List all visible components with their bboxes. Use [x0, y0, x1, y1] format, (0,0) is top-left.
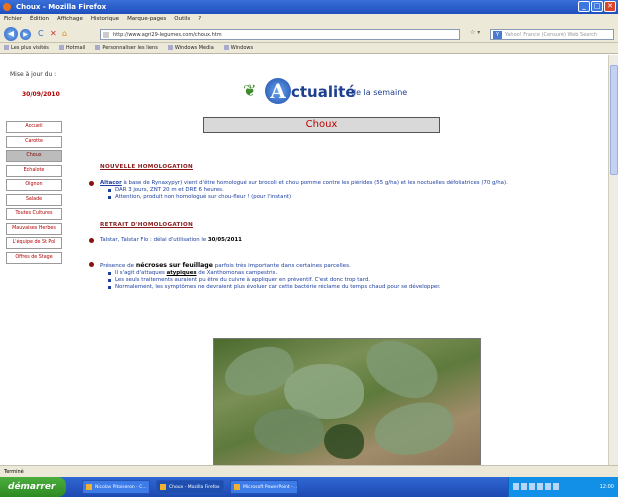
- web-page: Mise à jour du : 30/09/2010 Accueil Caro…: [0, 55, 608, 465]
- minimize-button[interactable]: _: [578, 1, 590, 12]
- menu-marque-pages[interactable]: Marque-pages: [127, 14, 166, 25]
- task-firefox[interactable]: Choux - Mozilla Firefox: [156, 480, 224, 494]
- necroses-sub1-bold: atypiques: [166, 270, 197, 276]
- bookmark-hotmail[interactable]: Hotmail: [59, 43, 86, 53]
- clock[interactable]: 12:00: [600, 484, 614, 490]
- menu-bar: Fichier Édition Affichage Historique Mar…: [0, 14, 618, 25]
- sidebar-item-oignon[interactable]: Oignon: [6, 179, 62, 191]
- reload-button[interactable]: C: [38, 29, 44, 38]
- sidebar-item-carotte[interactable]: Carotte: [6, 135, 62, 148]
- bookmarks-toolbar: Les plus visités Hotmail Personnaliser l…: [0, 43, 618, 54]
- homologation-text: Altacor à base de Rynaxypyr) vient d'êtr…: [100, 180, 508, 186]
- logo-letter: A: [265, 78, 291, 104]
- url-text: http://www.agri29-legumes.com/choux.htm: [113, 32, 222, 38]
- sidebar-item-equipe[interactable]: L'équipe de St Pol: [6, 237, 62, 249]
- tray-icon[interactable]: [553, 483, 559, 490]
- sub-bullet-icon: [108, 272, 111, 275]
- necroses-post: parfois très importante dans certaines p…: [212, 263, 351, 269]
- bookmark-most-visited[interactable]: Les plus visités: [4, 43, 49, 53]
- tray-icon[interactable]: [545, 483, 551, 490]
- sidebar-item-accueil[interactable]: Accueil: [6, 121, 62, 133]
- sidebar-item-choux[interactable]: Choux: [6, 150, 62, 162]
- vertical-scrollbar[interactable]: [608, 55, 618, 465]
- bullet-icon: [89, 238, 94, 243]
- status-bar: Terminé: [0, 465, 618, 477]
- search-input[interactable]: Y Yahoo! France (Censuré) Web Search: [490, 29, 614, 40]
- url-bar[interactable]: http://www.agri29-legumes.com/choux.htm: [100, 29, 460, 40]
- task-powerpoint[interactable]: Microsoft PowerPoint - ...: [230, 480, 298, 494]
- menu-edition[interactable]: Édition: [30, 14, 49, 25]
- necroses-text: Présence de nécroses sur feuillage parfo…: [100, 262, 351, 269]
- bookmark-windows-media[interactable]: Windows Media: [168, 43, 214, 53]
- menu-affichage[interactable]: Affichage: [57, 14, 83, 25]
- sub-bullet-icon: [108, 189, 111, 192]
- back-button[interactable]: ◀: [4, 27, 18, 41]
- taskbar: démarrer Nicolas Pitoiseron - C... Choux…: [0, 477, 618, 497]
- cabbage-photo: [213, 330, 481, 465]
- retrait-text: Talstar, Talstar Flo : délai d'utilisati…: [100, 237, 242, 243]
- altacor-link[interactable]: Altacor: [100, 180, 122, 186]
- necroses-sub1-post: de Xanthomonas campestris.: [196, 270, 278, 276]
- section-heading-homologation: Nouvelle homologation: [100, 164, 194, 170]
- search-engine-icon[interactable]: Y: [493, 31, 502, 39]
- menu-help[interactable]: ?: [198, 14, 201, 25]
- necroses-bold: nécroses sur feuillage: [135, 262, 213, 269]
- forward-button[interactable]: ▶: [20, 29, 31, 40]
- navigation-toolbar: ◀ ▶ C ✕ ⌂ http://www.agri29-legumes.com/…: [0, 25, 618, 43]
- firefox-icon: [3, 3, 11, 11]
- menu-outils[interactable]: Outils: [174, 14, 190, 25]
- menu-fichier[interactable]: Fichier: [4, 14, 22, 25]
- sidebar-item-salade[interactable]: Salade: [6, 193, 62, 206]
- homologation-main: à base de Rynaxypyr) vient d'être homolo…: [121, 180, 508, 186]
- page-title: Choux: [203, 117, 440, 133]
- section-heading-retrait: Retrait d'homologation: [100, 222, 194, 228]
- home-button[interactable]: ⌂: [62, 29, 67, 38]
- homologation-sub-1: DAR 3 jours, ZNT 20 m et DRE 6 heures.: [115, 187, 224, 193]
- window-titlebar[interactable]: Choux - Mozilla Firefox _ □ ✕: [0, 0, 618, 14]
- sidebar-item-echalote[interactable]: Echalote: [6, 164, 62, 177]
- close-button[interactable]: ✕: [604, 1, 616, 12]
- bullet-icon: [89, 181, 94, 186]
- window-title: Choux - Mozilla Firefox: [16, 3, 107, 11]
- leaf-icon: ❦: [243, 81, 257, 100]
- bookmark-windows[interactable]: Windows: [224, 43, 253, 53]
- bullet-icon: [89, 262, 94, 267]
- system-tray: 12:00: [508, 477, 618, 497]
- necroses-sub-2: Les seuls traitements auraient pu être d…: [115, 277, 370, 283]
- tray-icon[interactable]: [537, 483, 543, 490]
- sub-bullet-icon: [108, 279, 111, 282]
- sub-bullet-icon: [108, 196, 111, 199]
- update-label: Mise à jour du :: [10, 71, 57, 78]
- search-placeholder: Yahoo! France (Censuré) Web Search: [505, 32, 598, 38]
- logo-subtitle: de la semaine: [351, 88, 408, 97]
- tray-icon[interactable]: [529, 483, 535, 490]
- scrollbar-thumb[interactable]: [610, 65, 618, 175]
- logo-word: ctualité: [291, 83, 356, 101]
- maximize-button[interactable]: □: [591, 1, 603, 12]
- homologation-sub-2: Attention, produit non homologué sur cho…: [115, 194, 292, 200]
- stop-button[interactable]: ✕: [50, 29, 57, 38]
- sidebar-nav: Accueil Carotte Choux Echalote Oignon Sa…: [6, 121, 62, 266]
- sub-bullet-icon: [108, 286, 111, 289]
- necroses-sub-1: Il s'agit d'attaques atypiques de Xantho…: [115, 270, 277, 276]
- sidebar-item-toutes-cultures[interactable]: Toutes Cultures: [6, 208, 62, 220]
- start-button[interactable]: démarrer: [0, 477, 66, 497]
- site-favicon: [103, 32, 109, 38]
- necroses-sub-3: Normalement, les symptômes ne devraient …: [115, 284, 441, 290]
- update-date: 30/09/2010: [22, 91, 60, 98]
- actualite-logo: ❦ A ctualité de la semaine: [243, 78, 423, 111]
- menu-historique[interactable]: Historique: [91, 14, 119, 25]
- sidebar-item-mauvaises-herbes[interactable]: Mauvaises Herbes: [6, 222, 62, 235]
- necroses-pre: Présence de: [100, 263, 136, 269]
- task-nicolas[interactable]: Nicolas Pitoiseron - C...: [82, 480, 150, 494]
- tray-icon[interactable]: [521, 483, 527, 490]
- retrait-main: Talstar, Talstar Flo : délai d'utilisati…: [100, 237, 208, 243]
- retrait-date: 30/05/2011: [207, 237, 242, 243]
- sidebar-item-offres-stage[interactable]: Offres de Stage: [6, 251, 62, 264]
- necroses-sub1-pre: Il s'agit d'attaques: [115, 270, 167, 276]
- status-text: Terminé: [4, 469, 24, 475]
- tray-icon[interactable]: [513, 483, 519, 490]
- bookmark-star-icon[interactable]: ☆ ▾: [470, 29, 486, 40]
- bookmark-customize-links[interactable]: Personnaliser les liens: [95, 43, 157, 53]
